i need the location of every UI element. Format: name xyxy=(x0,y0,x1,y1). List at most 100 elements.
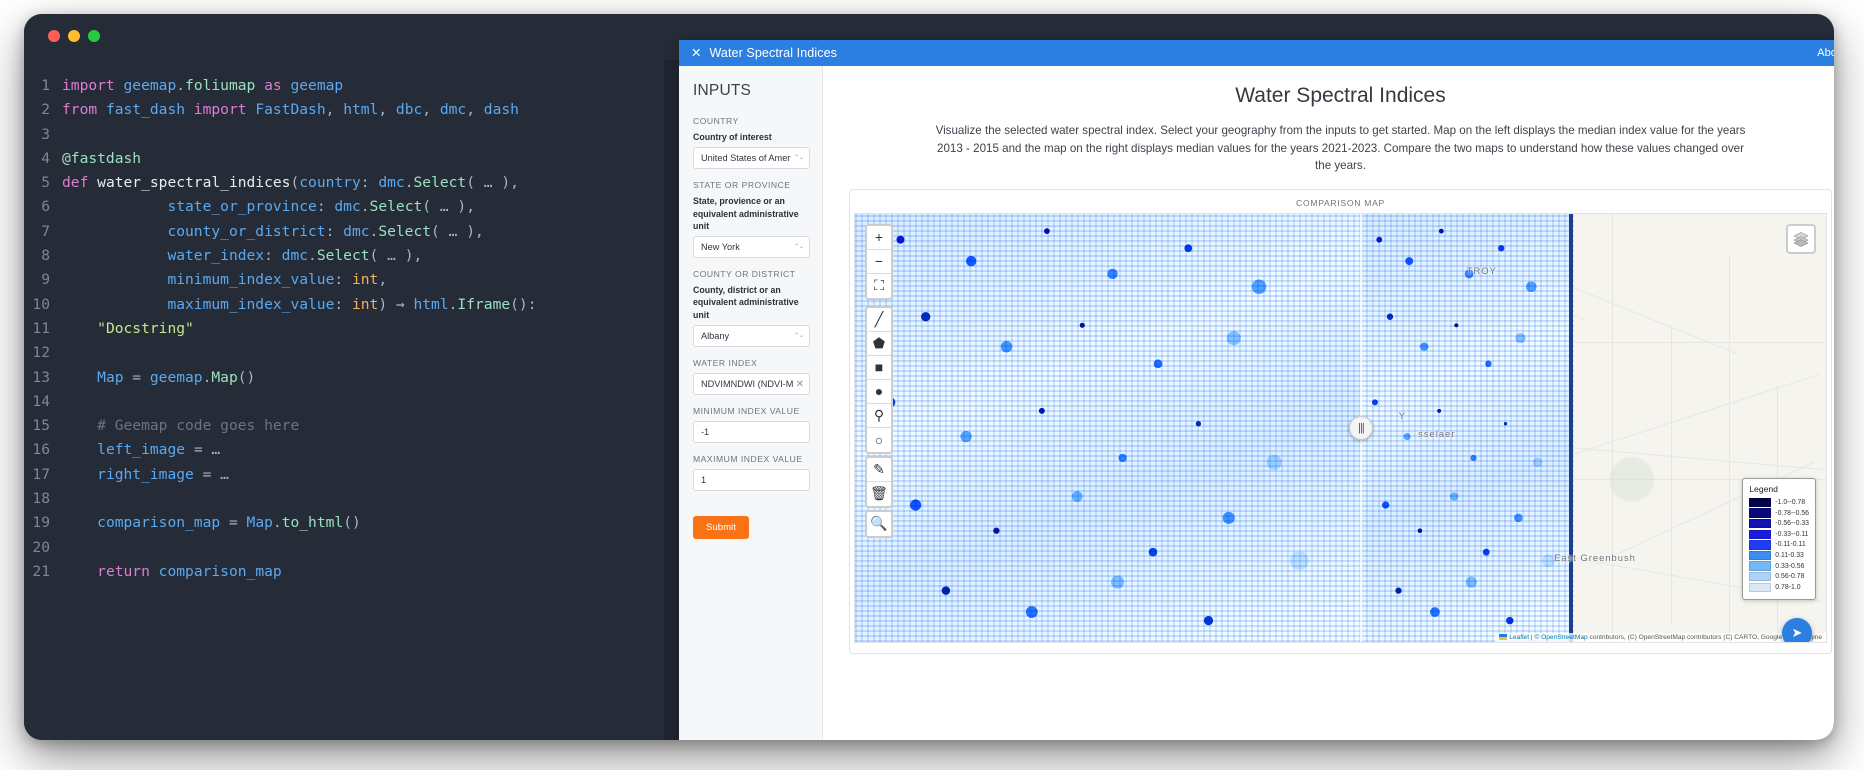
input-group: STATE OR PROVINCE State, provience or an … xyxy=(693,180,810,259)
submit-button[interactable]: Submit xyxy=(693,516,749,540)
legend-rows: -1.0--0.78 -0.78--0.56 -0.56--0.33 -0.33--0… xyxy=(1749,497,1809,592)
input-group: MINIMUM INDEX VALUE -1 xyxy=(693,406,810,444)
draw-circle-button[interactable]: ● xyxy=(867,379,891,404)
line-number: 21 xyxy=(32,562,50,580)
input-group: COUNTY OR DISTRICT County, district or an… xyxy=(693,269,810,348)
chevron-updown-icon[interactable]: ⌃⌄ xyxy=(794,333,804,339)
legend-swatch xyxy=(1749,571,1772,582)
page-description: Visualize the selected water spectral in… xyxy=(935,124,1746,172)
line-number: 18 xyxy=(32,490,50,508)
comparison-map[interactable]: ||| TROY sselaer Y East Greenbush + − ⛶ ╱ ⬟ ■ ● ⚲… xyxy=(854,212,1827,643)
draw-control-group: ╱ ⬟ ■ ● ⚲ ○ xyxy=(865,305,893,454)
line-number: 4 xyxy=(41,149,50,167)
page-title: Water Spectral Indices xyxy=(1235,84,1446,107)
osm-link[interactable]: © OpenStreetMap xyxy=(1534,634,1587,641)
code-line: 7 county_or_district: dmc.Select( … ), xyxy=(24,220,664,244)
code-line: 8 water_index: dmc.Select( … ), xyxy=(24,244,664,268)
about-link[interactable]: About xyxy=(1817,47,1834,59)
window-minimize-button[interactable] xyxy=(68,30,80,42)
line-number: 16 xyxy=(32,441,50,459)
code-text: state_or_province: dmc.Select( … ), xyxy=(167,198,475,216)
close-icon[interactable]: ✕ xyxy=(691,47,701,60)
code-text: import geemap.foliumap as geemap xyxy=(62,77,344,94)
draw-polygon-button[interactable]: ⬟ xyxy=(867,331,891,356)
inputs-heading: INPUTS xyxy=(693,82,752,99)
legend-label: 0.78-1.0 xyxy=(1775,583,1801,591)
code-line: 3 xyxy=(24,123,664,147)
input-value: -1 xyxy=(701,427,710,438)
legend-entry: -0.56--0.33 xyxy=(1749,518,1809,529)
window-close-button[interactable] xyxy=(48,30,60,42)
code-text: water_index: dmc.Select( … ), xyxy=(167,247,423,265)
input-group: COUNTRY Country of interest United States … xyxy=(693,116,810,170)
input-groups: COUNTRY Country of interest United States … xyxy=(693,116,810,492)
line-number: 2 xyxy=(41,101,50,119)
code-line: 11 "Docstring" xyxy=(24,317,664,341)
edit-layers-button[interactable]: ✎ xyxy=(867,457,891,482)
line-number: 1 xyxy=(41,77,50,94)
draw-rectangle-button[interactable]: ■ xyxy=(867,355,891,380)
legend-entry: 0.56-0.78 xyxy=(1749,571,1809,582)
legend-entry: -0.33--0.11 xyxy=(1749,529,1809,540)
code-editor-pane[interactable]: 1 import geemap.foliumap as geemap 2 from f… xyxy=(24,60,664,740)
code-text: comparison_map = Map.to_html() xyxy=(97,514,361,532)
inputs-sidebar: INPUTS COUNTRY Country of interest United … xyxy=(679,66,823,740)
number-input[interactable]: 1 xyxy=(693,469,810,492)
delete-layers-button[interactable]: 🗑 xyxy=(867,481,891,506)
code-text: def water_spectral_indices(country: dmc.… xyxy=(62,174,519,192)
zoom-in-button[interactable]: + xyxy=(867,225,891,250)
chevron-updown-icon[interactable]: ⌃⌄ xyxy=(794,155,804,161)
legend-label: -0.33--0.11 xyxy=(1775,530,1809,538)
code-line: 21 return comparison_map xyxy=(24,560,664,584)
input-value: 1 xyxy=(701,475,707,486)
clear-selection-icon[interactable]: ✕ xyxy=(796,379,804,390)
legend-label: 0.33-0.56 xyxy=(1775,562,1805,570)
zoom-out-button[interactable]: − xyxy=(867,249,891,274)
legend-swatch xyxy=(1749,561,1772,571)
fullscreen-button[interactable]: ⛶ xyxy=(867,273,891,298)
chevron-updown-icon[interactable]: ⌃⌄ xyxy=(794,244,804,250)
layers-icon[interactable] xyxy=(1786,223,1816,254)
line-number: 13 xyxy=(32,368,50,386)
water-index-select[interactable]: NDVIMNDWI (NDVI-MNDWI)✕ xyxy=(693,373,810,396)
line-number: 3 xyxy=(41,125,50,143)
select-input[interactable]: Albany ⌃⌄ xyxy=(693,325,810,348)
legend-label: -0.78--0.56 xyxy=(1775,509,1809,517)
map-caption: COMPARISON MAP xyxy=(1296,197,1385,208)
left-index-raster xyxy=(855,213,1360,642)
window-maximize-button[interactable] xyxy=(88,30,100,42)
code-text: county_or_district: dmc.Select( … ), xyxy=(167,222,484,240)
line-number: 15 xyxy=(32,417,50,435)
comparison-slider-knob[interactable]: ||| xyxy=(1348,415,1373,440)
legend-swatch xyxy=(1749,508,1772,518)
legend-label: 0.11-0.33 xyxy=(1775,551,1804,559)
draw-circlemarker-button[interactable]: ○ xyxy=(867,427,891,452)
line-number: 12 xyxy=(32,344,50,362)
draw-polyline-button[interactable]: ╱ xyxy=(867,307,891,332)
legend-entry: -0.11-0.11 xyxy=(1749,540,1809,551)
code-line: 18 xyxy=(24,487,664,511)
input-value: Albany xyxy=(701,331,730,342)
number-input[interactable]: -1 xyxy=(693,421,810,444)
legend-entry: 0.33-0.56 xyxy=(1749,561,1809,572)
legend-swatch xyxy=(1749,550,1772,561)
code-line: 2 from fast_dash import FastDash, html, d… xyxy=(24,98,664,122)
input-field-label: Country of interest xyxy=(693,132,772,142)
select-input[interactable]: United States of America⌃⌄ xyxy=(693,147,810,170)
input-field-label: County, district or an equivalent admini… xyxy=(693,285,799,320)
legend-entry: -0.78--0.56 xyxy=(1749,508,1809,519)
code-text: Map = geemap.Map() xyxy=(97,368,256,386)
search-icon[interactable]: 🔍 xyxy=(867,511,891,536)
legend-entry: 0.78-1.0 xyxy=(1749,582,1809,593)
input-group-title: COUNTRY xyxy=(693,116,739,126)
app-navbar: ✕ Water Spectral Indices About xyxy=(679,40,1834,66)
legend-swatch xyxy=(1749,518,1772,529)
comparison-slider[interactable]: ||| xyxy=(1348,213,1373,642)
leaflet-link[interactable]: Leaflet | xyxy=(1509,634,1534,641)
draw-marker-button[interactable]: ⚲ xyxy=(867,403,891,428)
select-input[interactable]: New York ⌃⌄ xyxy=(693,236,810,259)
code-line: 14 xyxy=(24,390,664,414)
code-text: right_image = … xyxy=(97,465,229,483)
code-text: return comparison_map xyxy=(97,562,282,580)
